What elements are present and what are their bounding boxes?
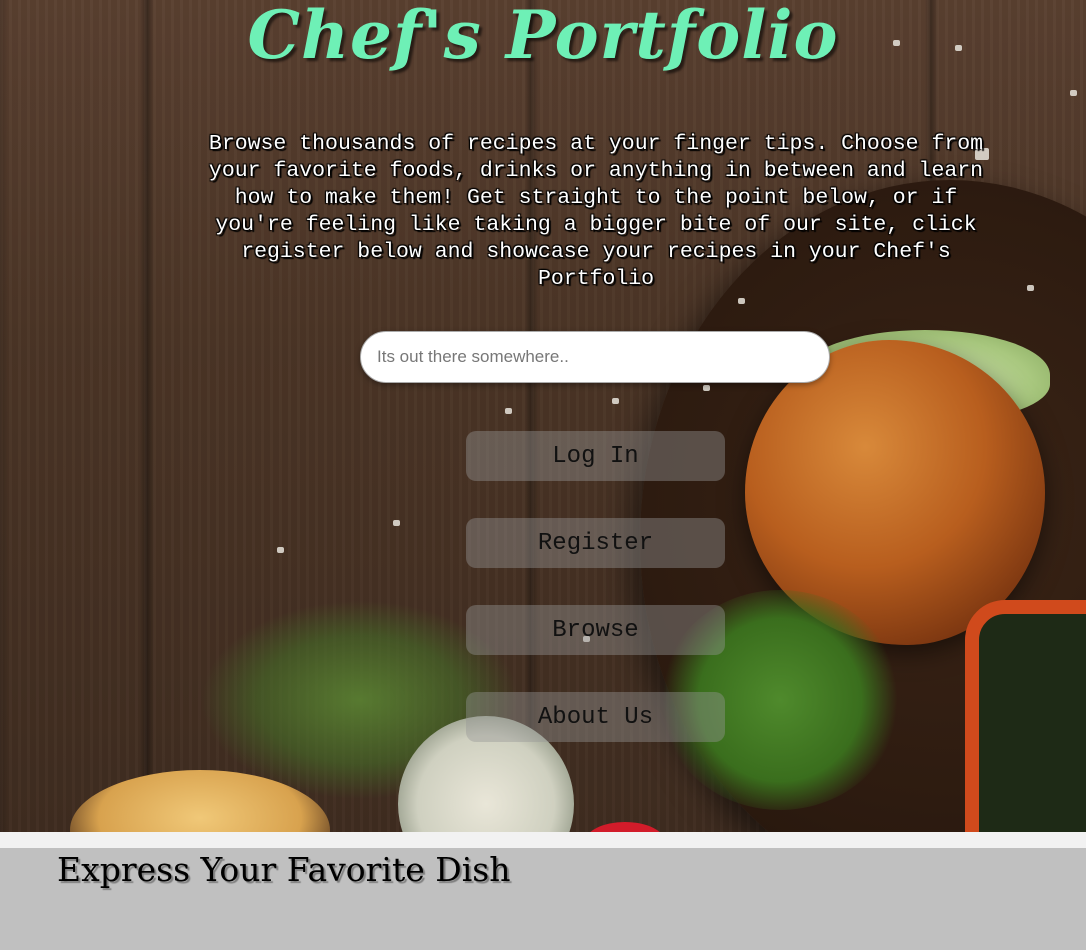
salt-flake — [277, 547, 284, 553]
salt-flake — [612, 398, 619, 404]
salt-flake — [738, 298, 745, 304]
salt-flake — [505, 408, 512, 414]
register-button[interactable]: Register — [466, 518, 725, 568]
red-pot-image — [965, 600, 1086, 832]
search-input[interactable] — [360, 331, 830, 383]
about-us-button[interactable]: About Us — [466, 692, 725, 742]
hero-section: Chef's Portfolio Browse thousands of rec… — [0, 0, 1086, 832]
salt-flake — [1027, 285, 1034, 291]
login-button[interactable]: Log In — [466, 431, 725, 481]
footer-heading: Express Your Favorite Dish — [57, 850, 511, 889]
page-title: Chef's Portfolio — [247, 0, 839, 74]
browse-button[interactable]: Browse — [466, 605, 725, 655]
salt-flake — [1070, 90, 1077, 96]
intro-text: Browse thousands of recipes at your fing… — [208, 132, 984, 291]
salt-flake — [393, 520, 400, 526]
salt-flake — [703, 385, 710, 391]
